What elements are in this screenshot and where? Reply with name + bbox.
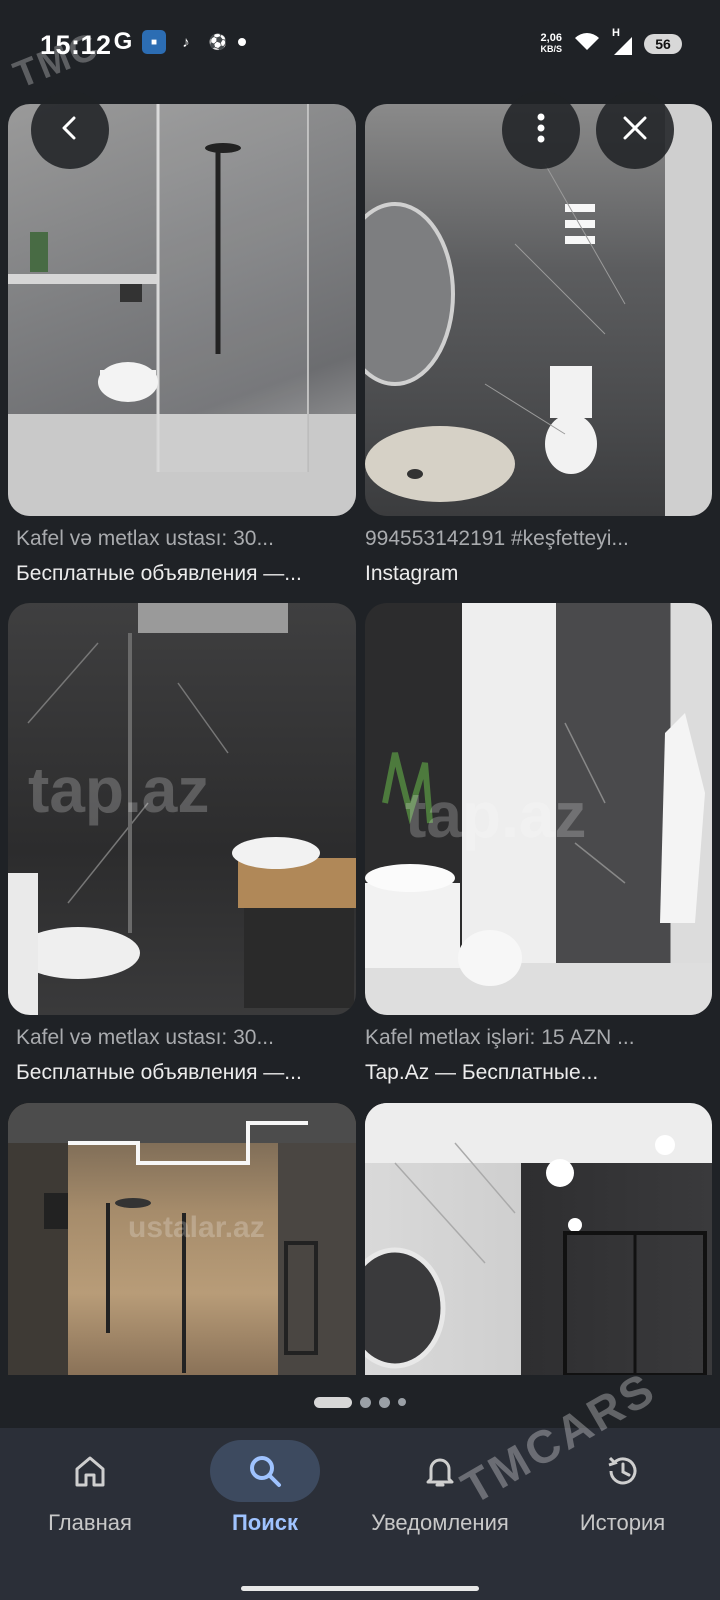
app-notification-icon: ■	[142, 30, 166, 54]
pager-dot	[398, 1398, 406, 1406]
more-vert-icon	[536, 113, 546, 148]
close-icon	[622, 115, 648, 146]
status-app-icons: G ■ ♪ ⚽	[112, 28, 246, 55]
home-indicator[interactable]	[241, 1586, 479, 1591]
battery-indicator: 56	[644, 33, 682, 54]
google-icon: G	[113, 28, 133, 55]
bathroom-illustration-6	[365, 1103, 712, 1375]
result-image-3[interactable]: tap.az	[8, 603, 356, 1015]
tile-watermark-3: tap.az	[28, 754, 210, 826]
pager-dot	[360, 1396, 371, 1408]
nav-search[interactable]: Поиск	[175, 1428, 355, 1600]
bottom-navigation: Главная Поиск Уведомления История	[0, 1428, 720, 1600]
result-image-5[interactable]: ustalar.az	[8, 1103, 356, 1375]
result-title-1[interactable]: Kafel və metlax ustası: 30...	[16, 527, 346, 551]
nav-label-history: История	[579, 1510, 666, 1535]
search-icon	[210, 1440, 320, 1502]
result-source-3[interactable]: Бесплатные объявления —...	[16, 1061, 346, 1085]
close-button[interactable]	[596, 91, 674, 169]
tiktok-icon: ♪	[182, 33, 190, 51]
signal-icon: H	[612, 27, 634, 55]
result-image-6[interactable]	[365, 1103, 712, 1375]
home-icon	[35, 1440, 145, 1502]
status-bar: 15:12 G ■ ♪ ⚽ 2,06 KB/S H 56	[0, 0, 720, 90]
status-right: 2,06 KB/S H 56	[540, 27, 682, 57]
result-image-4[interactable]: tap.az	[365, 603, 712, 1015]
wifi-icon	[572, 30, 602, 57]
nav-label-search: Поиск	[231, 1510, 299, 1535]
result-source-1[interactable]: Бесплатные объявления —...	[16, 562, 346, 586]
result-title-3[interactable]: Kafel və metlax ustası: 30...	[16, 1026, 346, 1050]
chevron-left-icon	[57, 115, 83, 146]
result-title-4[interactable]: Kafel metlax işləri: 15 AZN ...	[365, 1026, 695, 1050]
pager-dot	[379, 1396, 390, 1408]
nav-label-home: Главная	[48, 1510, 132, 1535]
nav-label-notifications: Уведомления	[371, 1510, 509, 1535]
nav-home[interactable]: Главная	[0, 1428, 180, 1600]
football-icon: ⚽	[208, 34, 228, 51]
result-source-4[interactable]: Tap.Az — Бесплатные...	[365, 1061, 695, 1085]
tile-watermark-4: tap.az	[405, 779, 587, 851]
tile-watermark-5: ustalar.az	[128, 1211, 265, 1244]
result-title-2[interactable]: 994553142191 #keşfetteyi...	[365, 527, 695, 551]
dot-icon	[238, 30, 246, 54]
pager-dot-active	[314, 1396, 352, 1408]
back-button[interactable]	[31, 91, 109, 169]
more-options-button[interactable]	[502, 91, 580, 169]
network-speed: 2,06 KB/S	[540, 31, 562, 54]
result-source-2[interactable]: Instagram	[365, 562, 695, 586]
